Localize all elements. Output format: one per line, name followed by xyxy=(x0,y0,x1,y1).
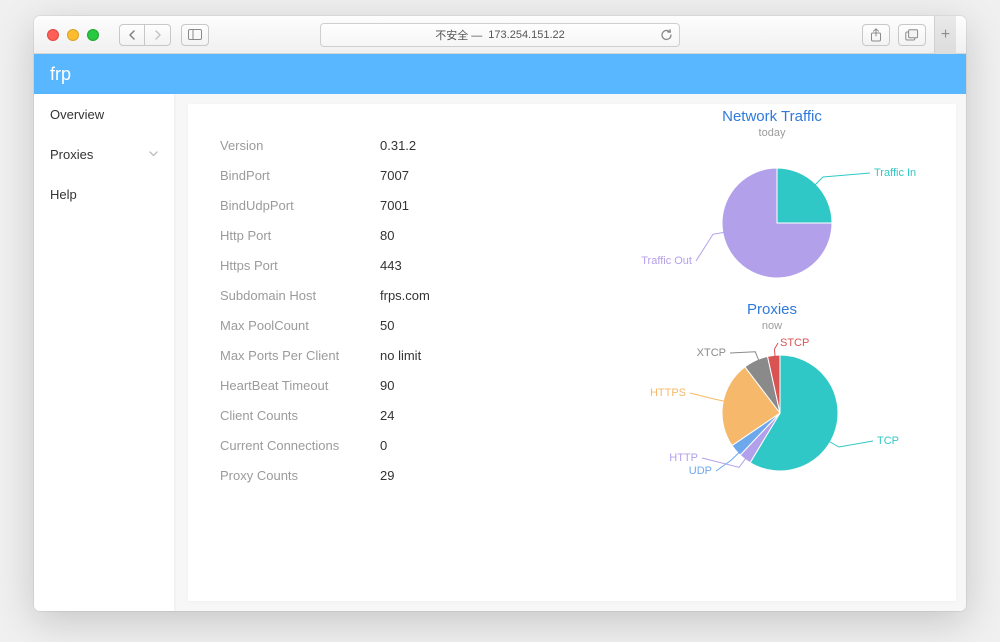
pie-traffic: Traffic In Traffic Out xyxy=(608,143,936,293)
app-title: frp xyxy=(50,64,71,85)
content-area: Overview Proxies Help Version0.31.2 Bind… xyxy=(34,94,966,611)
info-value: 80 xyxy=(380,228,394,243)
traffic-lights xyxy=(47,29,99,41)
sidebar-item-label: Help xyxy=(50,187,77,202)
info-label: Client Counts xyxy=(220,408,380,423)
info-row-heartbeat: HeartBeat Timeout90 xyxy=(220,370,568,400)
sidebar-item-label: Overview xyxy=(50,107,104,122)
info-label: BindPort xyxy=(220,168,380,183)
app-header: frp xyxy=(34,54,966,94)
chevron-down-icon xyxy=(149,149,158,160)
chart-panel: Network Traffic today Traffic InTraffic … xyxy=(588,104,956,601)
info-value: 29 xyxy=(380,468,394,483)
info-row-conns: Current Connections0 xyxy=(220,430,568,460)
address-url: 173.254.151.22 xyxy=(488,29,564,41)
svg-text:HTTP: HTTP xyxy=(669,452,698,464)
info-label: HeartBeat Timeout xyxy=(220,378,380,393)
sidebar-item-overview[interactable]: Overview xyxy=(34,94,174,134)
pie-proxies: TCP HTTPUDP HTTPS XTCP STCP xyxy=(608,336,936,486)
reload-icon[interactable] xyxy=(660,28,673,45)
sidebar-toggle-button[interactable] xyxy=(181,24,209,46)
chart-subtitle: today xyxy=(608,127,936,139)
info-label: Subdomain Host xyxy=(220,288,380,303)
svg-text:Traffic In: Traffic In xyxy=(874,167,916,179)
svg-text:UDP: UDP xyxy=(689,465,712,477)
info-panel: Version0.31.2 BindPort7007 BindUdpPort70… xyxy=(188,104,588,601)
info-row-bindudpport: BindUdpPort7001 xyxy=(220,190,568,220)
sidebar-item-help[interactable]: Help xyxy=(34,174,174,214)
info-label: Max Ports Per Client xyxy=(220,348,380,363)
chart-title: Proxies xyxy=(608,301,936,318)
info-row-bindport: BindPort7007 xyxy=(220,160,568,190)
info-row-subdomain: Subdomain Hostfrps.com xyxy=(220,280,568,310)
info-label: Https Port xyxy=(220,258,380,273)
tabs-button[interactable] xyxy=(898,24,926,46)
info-value: frps.com xyxy=(380,288,430,303)
info-row-httpsport: Https Port443 xyxy=(220,250,568,280)
titlebar-right: + xyxy=(862,16,956,54)
browser-window: 不安全 — 173.254.151.22 + frp Overview P xyxy=(34,16,966,611)
svg-text:Traffic Out: Traffic Out xyxy=(641,255,692,267)
close-window-button[interactable] xyxy=(47,29,59,41)
info-value: 24 xyxy=(380,408,394,423)
address-security-label: 不安全 — xyxy=(435,27,482,43)
info-row-maxports: Max Ports Per Clientno limit xyxy=(220,340,568,370)
info-label: Proxy Counts xyxy=(220,468,380,483)
info-value: 7001 xyxy=(380,198,409,213)
sidebar: Overview Proxies Help xyxy=(34,94,174,611)
chart-traffic: Network Traffic today Traffic InTraffic … xyxy=(608,108,936,293)
chart-proxies: Proxies now TCPHTTPUDPHTTPSXTCPSTCP xyxy=(608,301,936,486)
address-bar[interactable]: 不安全 — 173.254.151.22 xyxy=(320,23,680,47)
main-panel: Version0.31.2 BindPort7007 BindUdpPort70… xyxy=(188,104,956,601)
info-label: Current Connections xyxy=(220,438,380,453)
info-label: Http Port xyxy=(220,228,380,243)
new-tab-button[interactable]: + xyxy=(934,16,956,54)
svg-text:TCP: TCP xyxy=(877,435,899,447)
sidebar-item-label: Proxies xyxy=(50,147,93,162)
info-row-proxycounts: Proxy Counts29 xyxy=(220,460,568,490)
nav-buttons xyxy=(119,24,171,46)
info-value: 0 xyxy=(380,438,387,453)
info-label: Max PoolCount xyxy=(220,318,380,333)
share-button[interactable] xyxy=(862,24,890,46)
info-value: no limit xyxy=(380,348,421,363)
info-row-clientcounts: Client Counts24 xyxy=(220,400,568,430)
minimize-window-button[interactable] xyxy=(67,29,79,41)
pie-traffic-svg: Traffic In Traffic Out xyxy=(622,143,922,293)
info-value: 50 xyxy=(380,318,394,333)
info-value: 443 xyxy=(380,258,402,273)
info-row-maxpool: Max PoolCount50 xyxy=(220,310,568,340)
forward-button[interactable] xyxy=(145,24,171,46)
info-label: Version xyxy=(220,138,380,153)
svg-text:HTTPS: HTTPS xyxy=(650,387,686,399)
svg-text:XTCP: XTCP xyxy=(697,347,726,359)
info-value: 90 xyxy=(380,378,394,393)
info-value: 0.31.2 xyxy=(380,138,416,153)
back-button[interactable] xyxy=(119,24,145,46)
info-value: 7007 xyxy=(380,168,409,183)
titlebar: 不安全 — 173.254.151.22 + xyxy=(34,16,966,54)
pie-proxies-svg: TCP HTTPUDP HTTPS XTCP STCP xyxy=(622,331,922,491)
info-row-httpport: Http Port80 xyxy=(220,220,568,250)
svg-text:STCP: STCP xyxy=(780,337,809,349)
maximize-window-button[interactable] xyxy=(87,29,99,41)
sidebar-item-proxies[interactable]: Proxies xyxy=(34,134,174,174)
info-label: BindUdpPort xyxy=(220,198,380,213)
info-row-version: Version0.31.2 xyxy=(220,130,568,160)
chart-title: Network Traffic xyxy=(608,108,936,125)
